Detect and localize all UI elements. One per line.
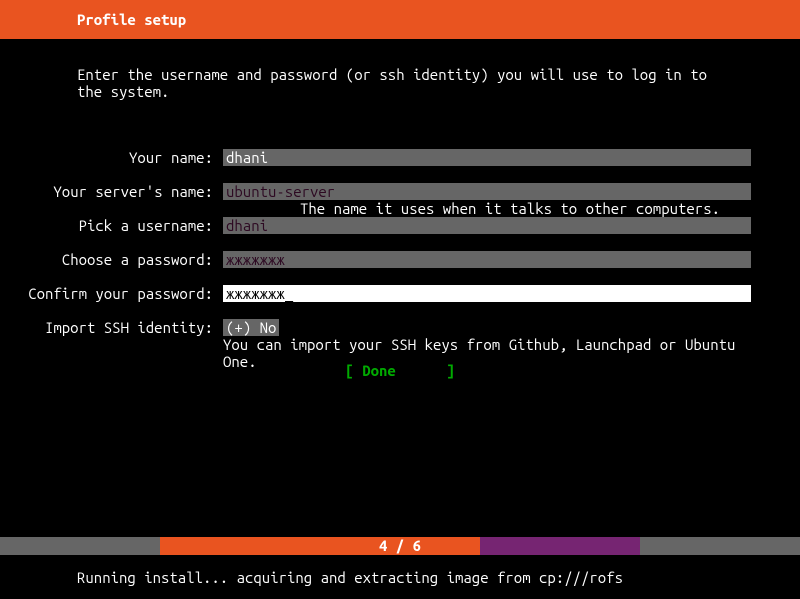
instructions-text: Enter the username and password (or ssh … (77, 66, 737, 100)
progress-text: 4 / 6 (0, 537, 800, 555)
input-your-name[interactable]: dhani (223, 149, 751, 166)
hint-server-name: The name it uses when it talks to other … (223, 200, 751, 217)
done-button[interactable]: [ Done ] (0, 362, 800, 379)
label-username: Pick a username: (0, 217, 223, 234)
input-server-name[interactable]: ubuntu-server (223, 183, 751, 200)
row-username: Pick a username: dhani (0, 217, 800, 234)
status-line: Running install... acquiring and extract… (0, 555, 800, 599)
row-server-name: Your server's name: ubuntu-server The na… (0, 183, 800, 217)
row-password: Choose a password: жжжжжжж (0, 251, 800, 268)
progress-bar: 4 / 6 (0, 537, 800, 555)
input-username[interactable]: dhani (223, 217, 751, 234)
row-your-name: Your name: dhani (0, 149, 800, 166)
input-confirm-password[interactable]: жжжжжжж_ (223, 285, 751, 302)
footer: 4 / 6 Running install... acquiring and e… (0, 537, 800, 599)
content-area: Enter the username and password (or ssh … (0, 39, 800, 537)
label-your-name: Your name: (0, 149, 223, 166)
label-password: Choose a password: (0, 251, 223, 268)
text-cursor: _ (285, 285, 293, 302)
header-bar: Profile setup (0, 0, 800, 39)
row-confirm-password: Confirm your password: жжжжжжж_ (0, 285, 800, 302)
input-password[interactable]: жжжжжжж (223, 251, 751, 268)
label-confirm-password: Confirm your password: (0, 285, 223, 302)
label-ssh-identity: Import SSH identity: (0, 319, 223, 336)
profile-form: Your name: dhani Your server's name: ubu… (0, 149, 800, 370)
label-server-name: Your server's name: (0, 183, 223, 200)
select-ssh-identity[interactable]: (+) No (223, 319, 279, 336)
header-title: Profile setup (77, 11, 186, 28)
